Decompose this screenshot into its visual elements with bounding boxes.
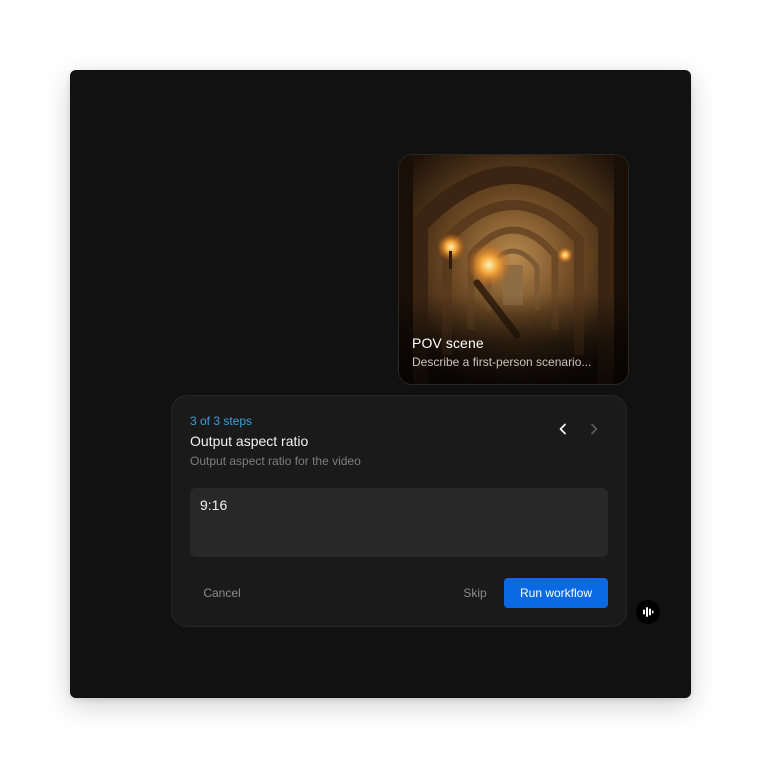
workflow-step-panel: 3 of 3 steps Output aspect ratio Output …	[171, 395, 627, 627]
scene-card-pov[interactable]: POV scene Describe a first-person scenar…	[398, 154, 629, 385]
next-step-button[interactable]	[583, 418, 605, 440]
cancel-button[interactable]: Cancel	[190, 578, 254, 608]
waveform-icon	[643, 607, 654, 617]
run-workflow-button[interactable]: Run workflow	[504, 578, 608, 608]
scene-description: Describe a first-person scenario...	[412, 355, 592, 369]
scene-title: POV scene	[412, 335, 484, 351]
previous-step-button[interactable]	[552, 418, 574, 440]
floating-action-button[interactable]	[636, 600, 660, 624]
step-counter: 3 of 3 steps	[190, 414, 253, 428]
aspect-ratio-input[interactable]: 9:16	[190, 488, 608, 557]
step-description: Output aspect ratio for the video	[190, 454, 361, 468]
skip-button[interactable]: Skip	[453, 578, 497, 608]
chevron-right-icon	[591, 423, 598, 435]
app-window: POV scene Describe a first-person scenar…	[70, 70, 691, 698]
step-title: Output aspect ratio	[190, 433, 309, 449]
chevron-left-icon	[559, 423, 566, 435]
